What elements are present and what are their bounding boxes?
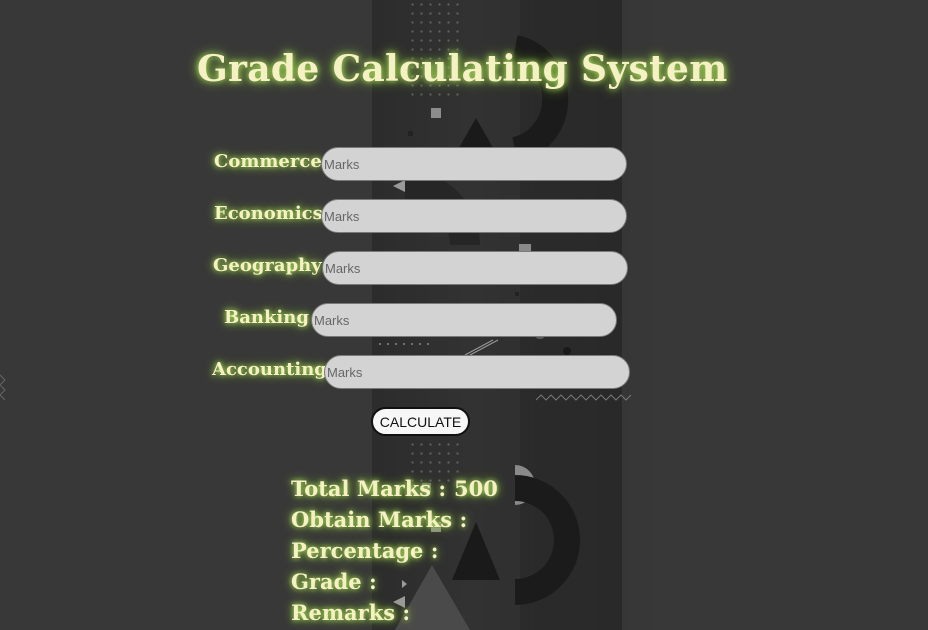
economics-marks-input[interactable] [321, 199, 627, 233]
economics-label: Economics : [214, 203, 336, 224]
percentage-label: Percentage : [291, 538, 439, 563]
subject-row-banking: Banking : [0, 303, 928, 337]
remarks-label: Remarks : [291, 600, 411, 625]
accounting-label: Accounting : [212, 359, 340, 380]
subject-row-geography: Geography : [0, 251, 928, 285]
grade-label: Grade : [291, 569, 377, 594]
calculate-button[interactable]: CALCULATE [371, 407, 470, 436]
banking-marks-input[interactable] [311, 303, 617, 337]
subject-row-commerce: Commerce : [0, 147, 928, 181]
total-marks-value: 500 [454, 476, 498, 501]
page-title: Grade Calculating System [197, 48, 728, 90]
subject-row-economics: Economics : [0, 199, 928, 233]
banking-label: Banking : [224, 307, 322, 328]
geography-label: Geography : [213, 255, 335, 276]
total-marks-label: Total Marks : [291, 476, 447, 501]
commerce-marks-input[interactable] [321, 147, 627, 181]
commerce-label: Commerce : [214, 151, 335, 172]
geography-marks-input[interactable] [322, 251, 628, 285]
obtain-marks-label: Obtain Marks : [291, 507, 468, 532]
accounting-marks-input[interactable] [324, 355, 630, 389]
subject-row-accounting: Accounting : [0, 355, 928, 389]
